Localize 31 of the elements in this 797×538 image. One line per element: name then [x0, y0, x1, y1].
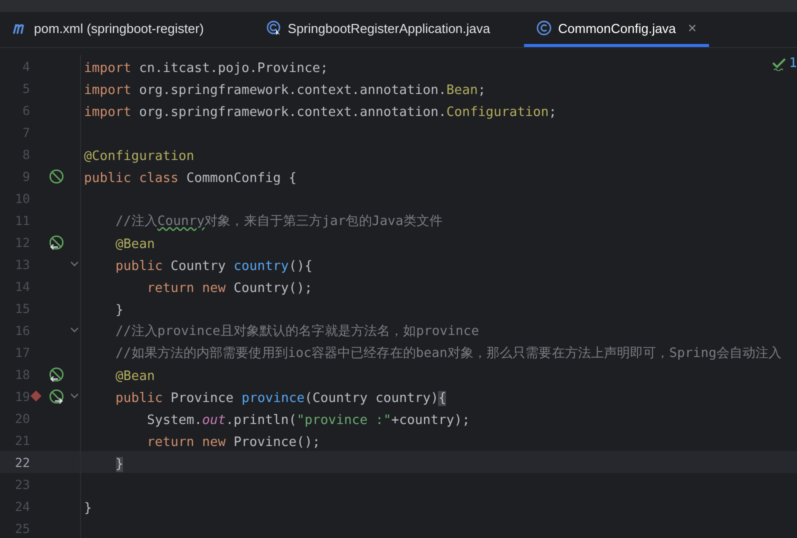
code-line: //注入province且对象默认的名字就是方法名，如province [114, 324, 480, 339]
code-line: import cn.itcast.pojo.Province; [84, 60, 328, 76]
code-line: } [114, 302, 124, 318]
check-icon[interactable] [772, 56, 786, 70]
bean-arrow-icon[interactable] [49, 388, 64, 404]
code-line: import org.springframework.context.annotation.Configuration; [84, 104, 557, 120]
code-line: return new Country(); [146, 280, 312, 296]
code-line: //如果方法的内部需要使用到ioc容器中已经存在的bean对象，那么只需要在方法上声明即可，Spring会自动注入 [114, 346, 782, 361]
bean-icon[interactable] [49, 168, 64, 184]
editor-tab[interactable]: SpringbootRegisterApplication.java [254, 12, 502, 47]
breakpoint-icon[interactable] [30, 390, 42, 402]
code-line: public Province province(Country country){ [114, 390, 446, 406]
editor-tab[interactable]: pom.xml (springboot-register) [0, 12, 216, 47]
code-line: import org.springframework.context.annotation.Bean; [84, 82, 486, 98]
close-icon[interactable]: × [688, 20, 697, 36]
code-line: System.out.println("province :"+country); [146, 412, 470, 428]
problem-count: 1 [789, 56, 797, 71]
code-line: return new Province(); [146, 434, 320, 450]
class-run-icon [266, 20, 282, 36]
code-line: @Bean [114, 368, 155, 384]
code-line: public class CommonConfig { [84, 170, 297, 186]
line-number: 22 [14, 454, 30, 470]
code-line: //注入Counry对象，来自于第三方jar包的Java类文件 [114, 214, 442, 229]
code-line: } [84, 500, 92, 516]
code-line: @Bean [114, 236, 155, 252]
bean-arrow-icon[interactable] [49, 366, 64, 382]
code-line: @Configuration [84, 148, 194, 164]
editor-tab[interactable]: CommonConfig.java × [524, 12, 709, 47]
bean-arrow-icon[interactable] [49, 234, 64, 250]
class-icon [536, 20, 552, 36]
code-line: public Country country(){ [114, 258, 312, 274]
